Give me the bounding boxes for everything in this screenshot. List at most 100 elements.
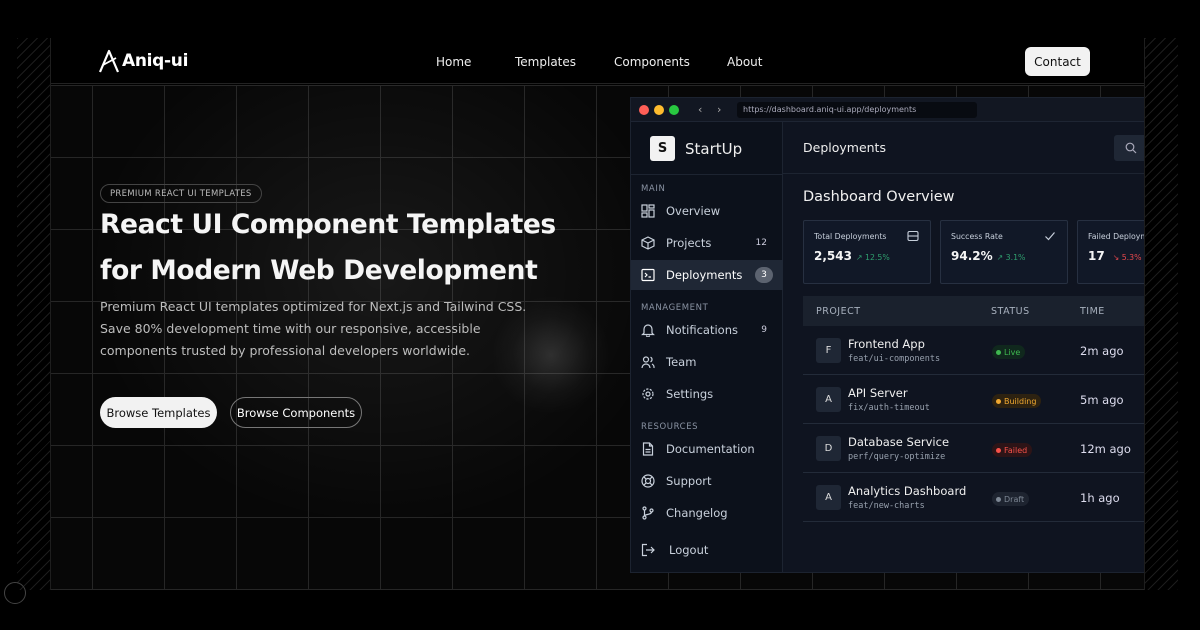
deploy-time: 2m ago <box>1080 344 1124 358</box>
table-row[interactable]: F Frontend App feat/ui-components Live 2… <box>803 326 1144 375</box>
table-row[interactable]: D Database Service perf/query-optimize F… <box>803 424 1144 473</box>
stat-card-total: Total Deployments 2,543 ↗ 12.5% <box>803 220 931 284</box>
item-count: 12 <box>755 238 767 248</box>
status-badge: Building <box>992 394 1042 408</box>
server-icon <box>907 230 919 242</box>
section-label-management: MANAGEMENT <box>641 303 709 313</box>
app-brand[interactable]: S StartUp <box>650 136 742 161</box>
right-hatched-gutter <box>1144 38 1178 590</box>
sidebar-item-label: Team <box>666 355 697 369</box>
sidebar-item-label: Projects <box>666 236 712 250</box>
project-name: Database Service <box>848 435 950 449</box>
logo-text: Aniq-ui <box>122 51 189 71</box>
nav-link-templates[interactable]: Templates <box>515 55 576 69</box>
url-bar[interactable]: https://dashboard.aniq-ui.app/deployment… <box>737 102 977 118</box>
status-badge: Live <box>992 345 1026 359</box>
table-header: PROJECT STATUS TIME <box>803 296 1144 326</box>
sidebar-item-documentation[interactable]: Documentation <box>631 434 783 464</box>
sidebar-item-label: Notifications <box>666 323 738 337</box>
back-icon[interactable]: ‹ <box>698 103 702 116</box>
sidebar-item-deployments[interactable]: Deployments 3 <box>631 260 783 290</box>
sidebar-item-label: Changelog <box>666 506 728 520</box>
stat-card-failed: Failed Deployments 17 ↘ 5.3% <box>1077 220 1144 284</box>
card-title: Failed Deployments <box>1088 232 1144 241</box>
card-title: Total Deployments <box>814 232 887 241</box>
table-row[interactable]: A API Server fix/auth-timeout Building 5… <box>803 375 1144 424</box>
project-avatar: F <box>816 338 841 363</box>
search-icon <box>1125 142 1137 154</box>
column-header-project[interactable]: PROJECT <box>816 306 861 317</box>
forward-icon[interactable]: › <box>717 103 721 116</box>
sidebar-item-settings[interactable]: Settings <box>631 379 783 409</box>
item-count: 9 <box>761 325 767 335</box>
nav-link-home[interactable]: Home <box>436 55 471 69</box>
nav-link-about[interactable]: About <box>727 55 762 69</box>
logo-mark-icon <box>98 49 120 73</box>
sidebar-item-changelog[interactable]: Changelog <box>631 498 783 528</box>
deployments-count-badge: 3 <box>755 267 773 283</box>
logout-button[interactable]: Logout <box>631 535 783 565</box>
deploy-time: 12m ago <box>1080 442 1131 456</box>
hero-subtitle: Premium React UI templates optimized for… <box>100 299 527 358</box>
sidebar-item-support[interactable]: Support <box>631 466 783 496</box>
sidebar-item-overview[interactable]: Overview <box>631 196 783 226</box>
card-delta: ↗ 3.1% <box>996 253 1026 262</box>
bell-icon <box>641 324 655 337</box>
sidebar-item-notifications[interactable]: Notifications 9 <box>631 315 783 345</box>
check-icon <box>1045 232 1055 241</box>
sidebar-item-label: Support <box>666 474 712 488</box>
status-badge: Draft <box>992 492 1030 506</box>
page-title: Deployments <box>803 140 886 155</box>
hero-section: PREMIUM REACT UI TEMPLATES React UI Comp… <box>51 85 1144 590</box>
contact-button[interactable]: Contact <box>1025 47 1090 76</box>
project-name: Frontend App <box>848 337 925 351</box>
search-button[interactable] <box>1114 135 1144 161</box>
hero-badge: PREMIUM REACT UI TEMPLATES <box>100 184 262 203</box>
table-row[interactable]: A Analytics Dashboard feat/new-charts Dr… <box>803 473 1144 522</box>
brand-name: StartUp <box>685 139 743 158</box>
project-branch: perf/query-optimize <box>848 452 946 462</box>
deploy-time: 1h ago <box>1080 491 1120 505</box>
card-title: Success Rate <box>951 232 1003 241</box>
brand-logo: S <box>650 136 675 161</box>
main-header: Deployments <box>783 122 1144 174</box>
app-main: Deployments Dashboard Overview Total Dep… <box>783 122 1144 572</box>
deploy-time: 5m ago <box>1080 393 1124 407</box>
card-value: 94.2% <box>951 249 993 263</box>
browse-components-button[interactable]: Browse Components <box>230 397 362 428</box>
gear-icon <box>642 388 654 400</box>
left-hatched-gutter <box>17 38 51 590</box>
column-header-status[interactable]: STATUS <box>991 306 1030 317</box>
overview-title: Dashboard Overview <box>803 189 955 205</box>
dashboard-preview-window: ‹ › https://dashboard.aniq-ui.app/deploy… <box>630 97 1144 573</box>
top-navbar: Aniq-ui Home Templates Components About … <box>51 38 1144 84</box>
logout-icon <box>641 543 655 557</box>
browse-templates-button[interactable]: Browse Templates <box>100 397 217 428</box>
logo[interactable]: Aniq-ui <box>98 48 188 74</box>
sidebar-item-label: Deployments <box>666 268 743 282</box>
sidebar-item-projects[interactable]: Projects 12 <box>631 228 783 258</box>
sidebar-item-label: Documentation <box>666 442 755 456</box>
sidebar-item-label: Settings <box>666 387 714 401</box>
column-header-time[interactable]: TIME <box>1080 306 1105 317</box>
terminal-icon <box>641 268 655 282</box>
card-delta: ↘ 5.3% <box>1112 253 1142 262</box>
lifebuoy-icon <box>641 474 655 488</box>
project-branch: feat/new-charts <box>848 501 925 511</box>
section-label-resources: RESOURCES <box>641 422 699 432</box>
git-branch-icon <box>642 506 654 520</box>
minimize-dot-icon <box>654 105 664 115</box>
section-label-main: MAIN <box>641 184 666 194</box>
card-delta: ↗ 12.5% <box>855 253 890 262</box>
sidebar-item-label: Overview <box>666 204 721 218</box>
nav-link-components[interactable]: Components <box>614 55 690 69</box>
sidebar-item-team[interactable]: Team <box>631 347 783 377</box>
document-icon <box>642 442 654 456</box>
corner-circle-icon <box>4 582 26 604</box>
project-name: Analytics Dashboard <box>848 484 967 498</box>
logout-label: Logout <box>669 543 709 557</box>
project-name: API Server <box>848 386 908 400</box>
stat-card-success: Success Rate 94.2% ↗ 3.1% <box>940 220 1068 284</box>
users-icon <box>641 356 655 369</box>
card-value: 17 <box>1088 249 1105 263</box>
